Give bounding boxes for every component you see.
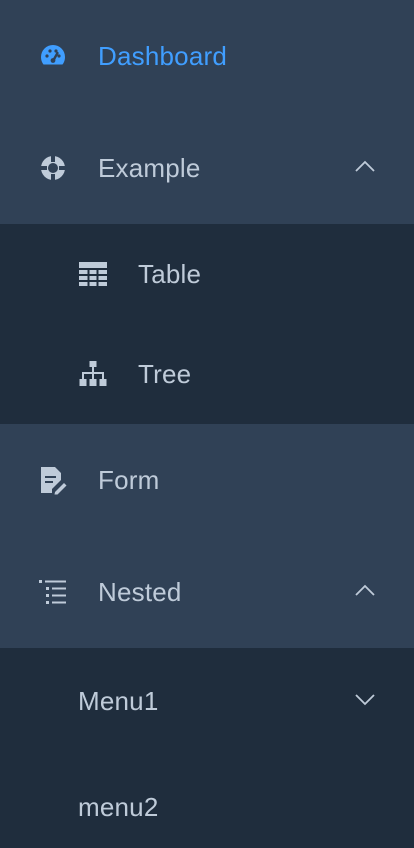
sidebar-item-label: Nested: [98, 576, 182, 607]
sidebar-item-label: Example: [98, 152, 201, 183]
sidebar-item-nested[interactable]: Nested: [0, 536, 414, 648]
table-icon: [78, 259, 108, 289]
form-icon: [38, 465, 68, 495]
sidebar-item-menu1[interactable]: Menu1: [0, 648, 414, 754]
chevron-up-icon[interactable]: [354, 583, 376, 597]
sidebar-item-dashboard[interactable]: Dashboard: [0, 0, 414, 112]
tree-icon: [78, 359, 108, 389]
chevron-up-icon[interactable]: [354, 159, 376, 173]
sidebar-item-table[interactable]: Table: [0, 224, 414, 324]
sidebar-item-label: Table: [138, 258, 202, 289]
dashboard-icon: [38, 41, 68, 71]
sidebar-item-label: Menu1: [78, 685, 159, 716]
sidebar-menu: Dashboard Example Table Tree Form Nested…: [0, 0, 414, 848]
sidebar-item-label: Dashboard: [98, 40, 227, 71]
chevron-down-icon[interactable]: [354, 692, 376, 706]
sidebar-item-example[interactable]: Example: [0, 112, 414, 224]
sidebar-item-tree[interactable]: Tree: [0, 324, 414, 424]
submenu-nested: Menu1 menu2: [0, 648, 414, 848]
sidebar-item-form[interactable]: Form: [0, 424, 414, 536]
example-icon: [38, 153, 68, 183]
sidebar-item-label: Form: [98, 464, 160, 495]
sidebar-item-label: Tree: [138, 358, 192, 389]
submenu-example: Table Tree: [0, 224, 414, 424]
sidebar-item-label: menu2: [78, 791, 159, 822]
nested-icon: [38, 577, 68, 607]
sidebar-item-menu2[interactable]: menu2: [0, 754, 414, 848]
